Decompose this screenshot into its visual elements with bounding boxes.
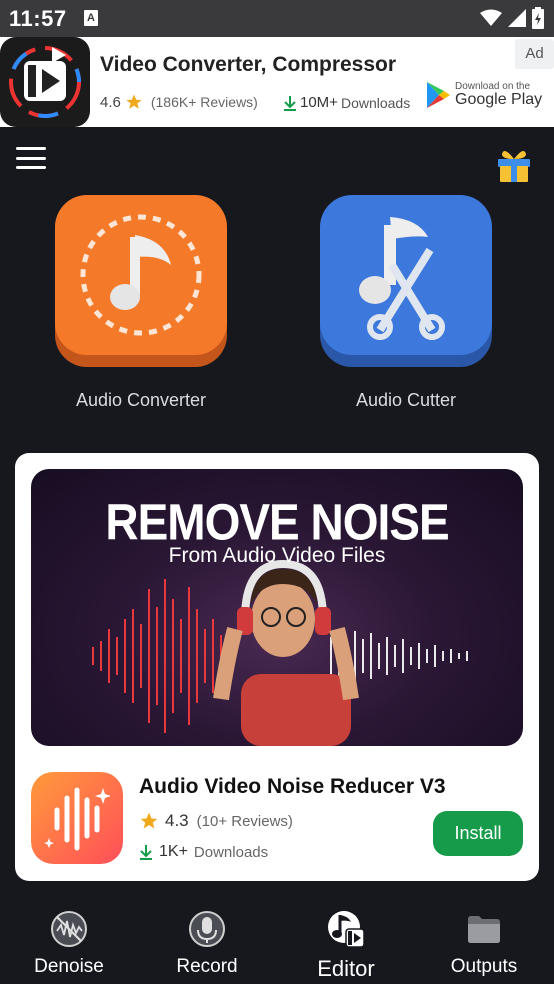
menu-line xyxy=(16,166,46,169)
ad-app-reviews: (10+ Reviews) xyxy=(196,812,293,830)
menu-line xyxy=(16,147,46,150)
signal-icon xyxy=(508,9,526,27)
ad-app-downloads-count: 1K+ xyxy=(159,843,188,860)
battery-icon xyxy=(532,7,544,29)
top-banner-ad[interactable]: Video Converter, Compressor 4.6 (186K+ R… xyxy=(0,37,554,127)
google-play-icon xyxy=(427,82,450,108)
nav-editor[interactable]: Editor xyxy=(291,897,401,982)
video-converter-app-icon xyxy=(0,37,90,127)
scissors-music-icon xyxy=(320,195,492,367)
status-bar: 11:57 A xyxy=(0,0,554,37)
menu-line xyxy=(16,156,46,160)
editor-icon xyxy=(328,911,365,948)
ad-downloads-count: 10M+ xyxy=(300,94,338,111)
nav-outputs[interactable]: Outputs xyxy=(429,897,539,978)
audio-cutter-label: Audio Cutter xyxy=(355,390,457,410)
status-icons xyxy=(480,7,544,29)
ad-downloads-label: Downloads xyxy=(340,94,411,111)
nav-denoise[interactable]: Denoise xyxy=(14,897,124,978)
nav-record[interactable]: Record xyxy=(152,897,262,978)
ad-app-rating-value: 4.3 xyxy=(165,811,189,830)
star-icon xyxy=(126,94,142,109)
ad-reviews: (186K+ Reviews) xyxy=(150,94,258,110)
audio-converter-label: Audio Converter xyxy=(75,390,207,410)
native-ad-card[interactable]: REMOVE NOISE From Audio Video Files Audi… xyxy=(15,453,539,881)
nav-record-label: Record xyxy=(176,956,238,977)
wifi-icon xyxy=(480,9,502,26)
ad-downloads: 10M+ Downloads xyxy=(283,94,410,111)
status-time: 11:57 xyxy=(9,6,67,31)
star-icon xyxy=(140,812,158,829)
ad-app-downloads-label: Downloads xyxy=(193,843,269,861)
ad-banner-title: REMOVE NOISE xyxy=(105,493,449,551)
microphone-icon xyxy=(189,911,225,947)
hamburger-menu-button[interactable] xyxy=(16,147,46,169)
ad-app-rating: 4.3 (10+ Reviews) xyxy=(139,811,293,831)
nav-outputs-label: Outputs xyxy=(450,956,518,977)
audio-cutter-button[interactable]: Audio Cutter xyxy=(320,195,492,411)
nav-denoise-label: Denoise xyxy=(34,956,104,977)
music-note-icon xyxy=(55,195,227,367)
gift-icon[interactable] xyxy=(494,144,534,184)
bottom-navigation: Denoise Record Editor Outputs xyxy=(0,897,554,984)
ad-banner-image[interactable]: REMOVE NOISE From Audio Video Files xyxy=(31,469,523,746)
folder-icon xyxy=(468,916,500,943)
install-button[interactable]: Install xyxy=(433,811,523,856)
noise-reducer-app-icon xyxy=(31,772,123,864)
ad-banner-subtitle: From Audio Video Files xyxy=(168,544,386,567)
google-play-name: Google Play xyxy=(455,91,543,108)
ad-app-downloads: 1K+ Downloads xyxy=(139,843,268,861)
google-play-badge[interactable]: Download on the Google Play xyxy=(425,81,542,109)
ad-rating: 4.6 (186K+ Reviews) xyxy=(100,93,258,111)
ad-app-name: Audio Video Noise Reducer V3 xyxy=(139,775,446,798)
ad-badge[interactable]: Ad xyxy=(515,39,554,69)
denoise-icon xyxy=(51,911,87,947)
download-icon xyxy=(140,845,152,860)
download-icon xyxy=(284,95,296,111)
ad-app-title: Video Converter, Compressor xyxy=(100,53,397,76)
ad-rating-value: 4.6 xyxy=(100,93,121,111)
nav-editor-label: Editor xyxy=(317,956,375,981)
audio-converter-button[interactable]: Audio Converter xyxy=(55,195,227,411)
notification-icon: A xyxy=(84,10,98,26)
